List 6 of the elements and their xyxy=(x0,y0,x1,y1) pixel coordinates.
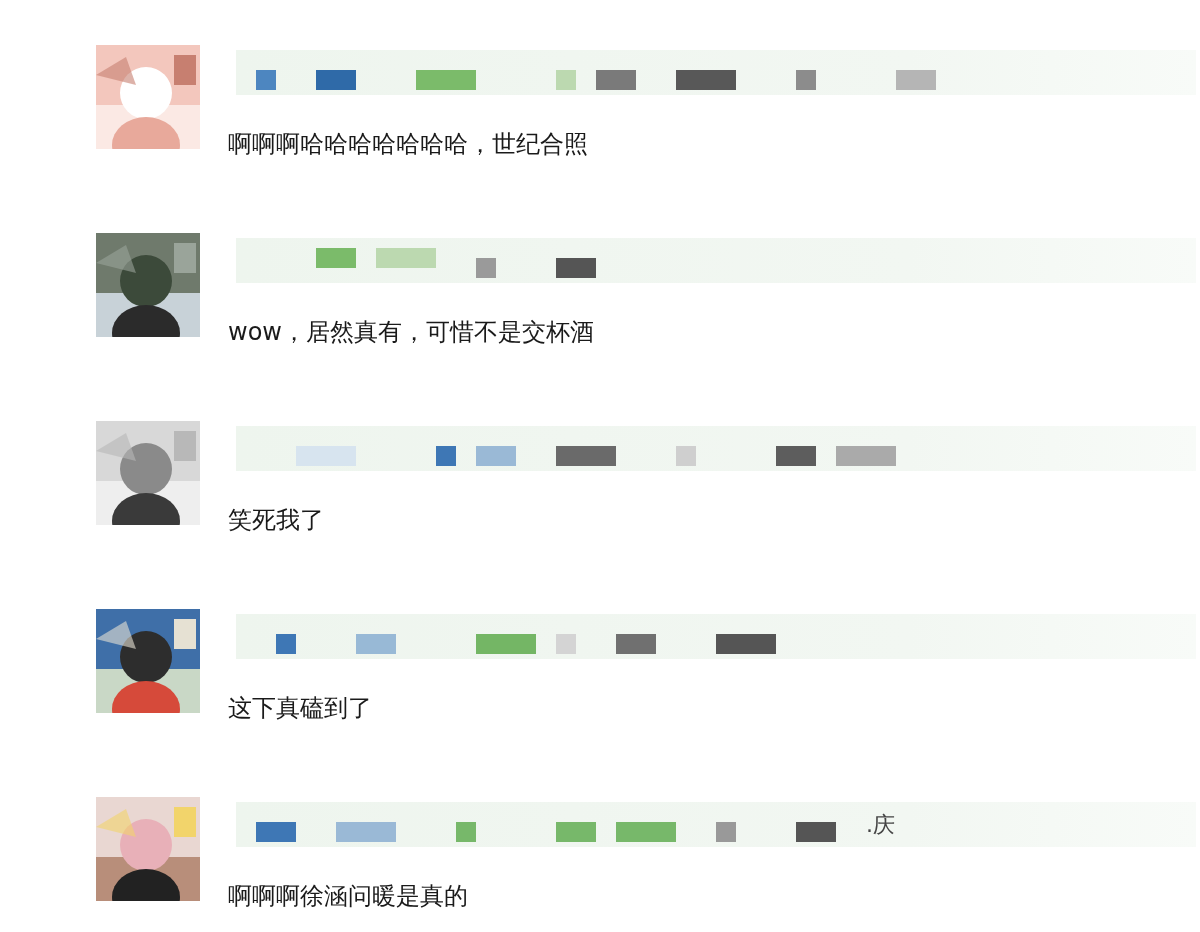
comment-text: 啊啊啊徐涵问暖是真的 xyxy=(228,881,468,911)
comment-text: wow，居然真有，可惜不是交杯酒 xyxy=(228,317,594,347)
comment-text: 这下真磕到了 xyxy=(228,693,372,723)
comment-text: 啊啊啊哈哈哈哈哈哈哈，世纪合照 xyxy=(228,129,588,159)
comment-text: 笑死我了 xyxy=(228,505,324,535)
name-fragment: .庆 xyxy=(866,811,895,839)
